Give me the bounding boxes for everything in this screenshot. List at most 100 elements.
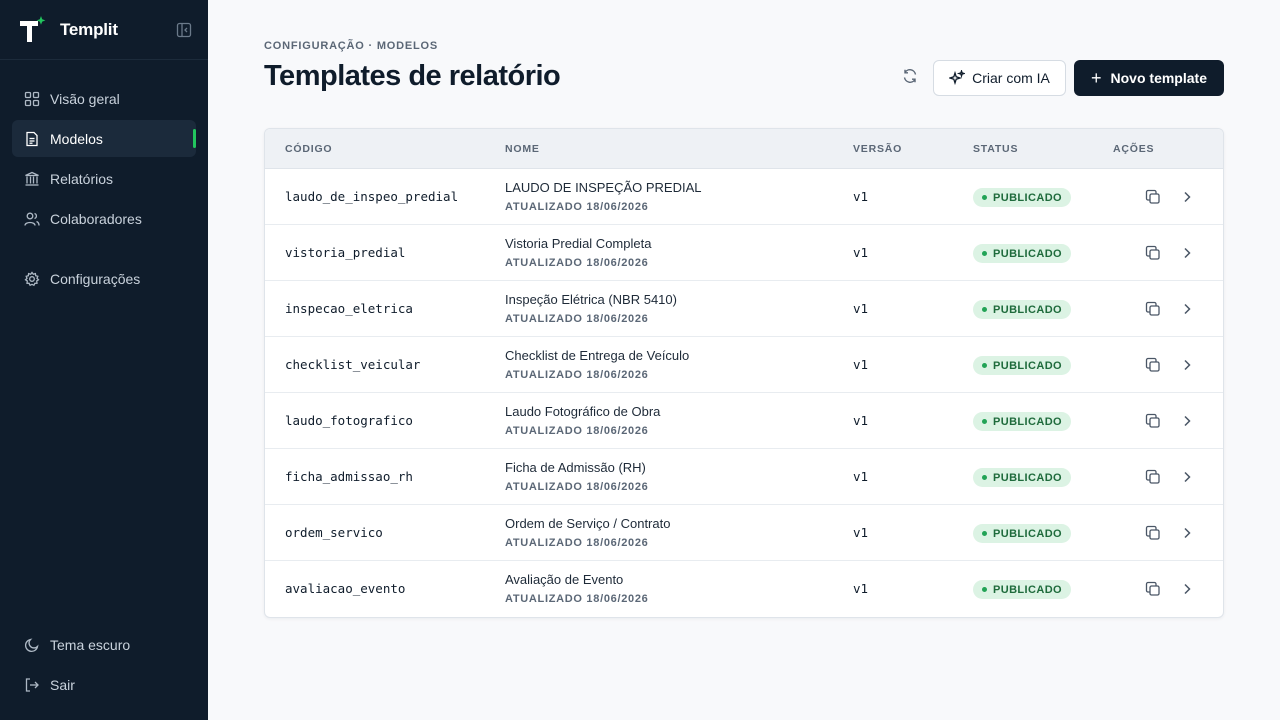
table-row[interactable]: laudo_fotografico Laudo Fotográfico de O… <box>265 393 1223 449</box>
status-dot <box>982 419 987 424</box>
document-icon <box>24 131 40 147</box>
template-code: ordem_servico <box>285 525 383 540</box>
template-version: v1 <box>853 525 869 540</box>
status-label: PUBLICADO <box>993 303 1062 316</box>
template-name: Inspeção Elétrica (NBR 5410) <box>505 292 677 307</box>
sidebar-item-colaboradores[interactable]: Colaboradores <box>12 200 196 237</box>
table-row[interactable]: ordem_servico Ordem de Serviço / Contrat… <box>265 505 1223 561</box>
table-row[interactable]: laudo_de_inspeo_predial LAUDO DE INSPEÇÃ… <box>265 169 1223 225</box>
users-icon <box>24 211 40 227</box>
copy-icon <box>1145 245 1160 260</box>
sidebar-item-modelos[interactable]: Modelos <box>12 120 196 157</box>
status-badge: PUBLICADO <box>973 524 1071 543</box>
template-name: Ordem de Serviço / Contrato <box>505 516 671 531</box>
table-row[interactable]: ficha_admissao_rh Ficha de Admissão (RH)… <box>265 449 1223 505</box>
duplicate-button[interactable] <box>1145 413 1161 429</box>
sidebar-item-label: Colaboradores <box>50 210 142 227</box>
page-title: Templates de relatório <box>264 60 561 92</box>
create-with-ai-label: Criar com IA <box>972 70 1050 86</box>
status-badge: PUBLICADO <box>973 300 1071 319</box>
table-row[interactable]: inspecao_eletrica Inspeção Elétrica (NBR… <box>265 281 1223 337</box>
sidebar: Templit Visão geral Modelos Relatórios C… <box>0 0 208 720</box>
status-dot <box>982 363 987 368</box>
open-template-button[interactable] <box>1179 469 1195 485</box>
open-template-button[interactable] <box>1179 245 1195 261</box>
table-row[interactable]: checklist_veicular Checklist de Entrega … <box>265 337 1223 393</box>
status-label: PUBLICADO <box>993 191 1062 204</box>
template-name: LAUDO DE INSPEÇÃO PREDIAL <box>505 180 702 195</box>
template-name: Ficha de Admissão (RH) <box>505 460 646 475</box>
sidebar-item-relatorios[interactable]: Relatórios <box>12 160 196 197</box>
status-label: PUBLICADO <box>993 415 1062 428</box>
updated-date: ATUALIZADO 18/06/2026 <box>505 481 649 493</box>
brand: Templit <box>0 0 208 60</box>
table-row[interactable]: vistoria_predial Vistoria Predial Comple… <box>265 225 1223 281</box>
template-version: v1 <box>853 189 869 204</box>
chevron-right-icon <box>1184 247 1191 259</box>
template-code: laudo_fotografico <box>285 413 413 428</box>
duplicate-button[interactable] <box>1145 581 1161 597</box>
status-badge: PUBLICADO <box>973 468 1071 487</box>
open-template-button[interactable] <box>1179 357 1195 373</box>
open-template-button[interactable] <box>1179 301 1195 317</box>
column-header-code: CÓDIGO <box>285 143 333 155</box>
sidebar-item-label: Relatórios <box>50 170 114 187</box>
status-label: PUBLICADO <box>993 471 1062 484</box>
status-badge: PUBLICADO <box>973 580 1071 599</box>
column-header-name: NOME <box>505 143 540 155</box>
updated-date: ATUALIZADO 18/06/2026 <box>505 313 649 325</box>
status-dot <box>982 587 987 592</box>
status-badge: PUBLICADO <box>973 356 1071 375</box>
duplicate-button[interactable] <box>1145 301 1161 317</box>
duplicate-button[interactable] <box>1145 469 1161 485</box>
theme-toggle[interactable]: Tema escuro <box>12 626 196 663</box>
open-template-button[interactable] <box>1179 581 1195 597</box>
chevron-right-icon <box>1184 583 1191 595</box>
logout-button[interactable]: Sair <box>12 666 196 703</box>
sidebar-nav: Visão geral Modelos Relatórios Colaborad… <box>0 60 208 297</box>
sidebar-item-configuracoes[interactable]: Configurações <box>12 260 196 297</box>
open-template-button[interactable] <box>1179 413 1195 429</box>
templates-table: CÓDIGO NOME VERSÃO STATUS AÇÕES laudo_de… <box>264 128 1224 618</box>
status-label: PUBLICADO <box>993 583 1062 596</box>
updated-date: ATUALIZADO 18/06/2026 <box>505 425 649 437</box>
column-header-version: VERSÃO <box>853 143 903 155</box>
create-with-ai-button[interactable]: Criar com IA <box>933 60 1066 96</box>
sparkles-icon <box>949 70 966 86</box>
duplicate-button[interactable] <box>1145 525 1161 541</box>
plus-icon: + <box>1091 68 1102 88</box>
status-badge: PUBLICADO <box>973 244 1071 263</box>
nav-divider <box>0 240 208 260</box>
chevron-right-icon <box>1184 527 1191 539</box>
moon-icon <box>24 637 40 653</box>
sidebar-collapse-icon[interactable] <box>176 22 192 38</box>
template-code: inspecao_eletrica <box>285 301 413 316</box>
new-template-button[interactable]: + Novo template <box>1074 60 1224 96</box>
template-code: avaliacao_evento <box>285 581 406 596</box>
updated-date: ATUALIZADO 18/06/2026 <box>505 593 649 605</box>
open-template-button[interactable] <box>1179 525 1195 541</box>
status-label: PUBLICADO <box>993 359 1062 372</box>
duplicate-button[interactable] <box>1145 189 1161 205</box>
library-icon <box>24 171 40 187</box>
sidebar-item-label: Modelos <box>50 130 103 147</box>
theme-toggle-label: Tema escuro <box>50 636 131 653</box>
copy-icon <box>1145 413 1160 428</box>
column-header-status: STATUS <box>973 143 1019 155</box>
templit-logo-icon <box>18 15 46 44</box>
template-code: checklist_veicular <box>285 357 421 372</box>
template-version: v1 <box>853 469 869 484</box>
status-label: PUBLICADO <box>993 527 1062 540</box>
template-name: Vistoria Predial Completa <box>505 236 652 251</box>
updated-date: ATUALIZADO 18/06/2026 <box>505 201 649 213</box>
status-dot <box>982 307 987 312</box>
updated-date: ATUALIZADO 18/06/2026 <box>505 257 649 269</box>
refresh-button[interactable] <box>898 66 922 90</box>
table-row[interactable]: avaliacao_evento Avaliação de Evento ATU… <box>265 561 1223 617</box>
sidebar-item-visao-geral[interactable]: Visão geral <box>12 80 196 117</box>
template-code: vistoria_predial <box>285 245 406 260</box>
duplicate-button[interactable] <box>1145 357 1161 373</box>
open-template-button[interactable] <box>1179 189 1195 205</box>
duplicate-button[interactable] <box>1145 245 1161 261</box>
copy-icon <box>1145 189 1160 204</box>
